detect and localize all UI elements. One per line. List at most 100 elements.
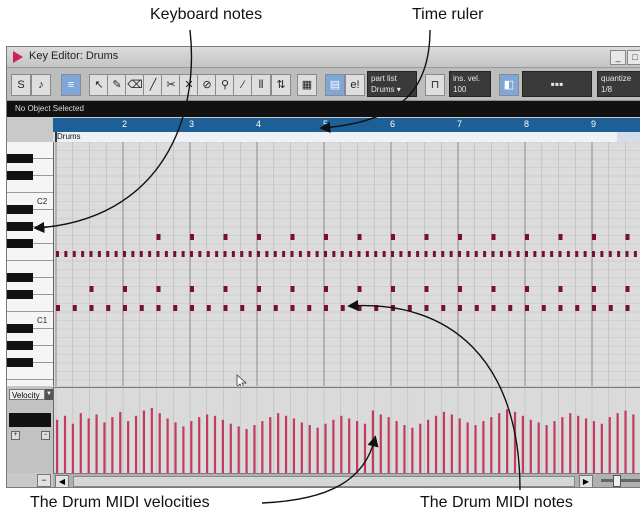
- quantize-field[interactable]: quantize 1/8: [597, 71, 640, 97]
- step-input-icon[interactable]: ⊓: [425, 74, 445, 96]
- black-key[interactable]: [7, 154, 33, 163]
- drum-note: [257, 286, 261, 292]
- chevron-down-icon[interactable]: ▼: [45, 389, 53, 400]
- lane-add-icon[interactable]: +: [11, 431, 20, 440]
- maximize-icon[interactable]: □: [627, 50, 640, 65]
- drum-note: [164, 251, 168, 257]
- scroll-right-icon[interactable]: ▶: [579, 475, 593, 487]
- autoscroll-icon[interactable]: ≡: [61, 74, 81, 96]
- drum-note: [156, 251, 160, 257]
- glue-icon[interactable]: ✕: [179, 74, 199, 96]
- drum-note: [190, 234, 194, 240]
- velocity-bar: [182, 426, 185, 474]
- drum-note: [282, 251, 286, 257]
- erase-icon[interactable]: ⌫: [125, 74, 145, 96]
- black-key[interactable]: [7, 239, 33, 248]
- velocity-bar: [458, 418, 461, 474]
- split-icon[interactable]: ✂: [161, 74, 181, 96]
- part-list-label: part list: [371, 74, 397, 83]
- drum-note: [625, 286, 630, 292]
- horizontal-scrollbar[interactable]: ◀ ▶: [53, 473, 640, 487]
- status-text: No Object Selected: [15, 104, 84, 113]
- scroll-thumb[interactable]: [73, 476, 575, 487]
- velocity-lane[interactable]: [54, 387, 640, 474]
- drum-note: [123, 305, 127, 311]
- velocity-bar: [237, 426, 240, 474]
- drum-note: [89, 305, 94, 311]
- velocity-bar: [269, 417, 272, 474]
- drum-note: [391, 251, 394, 257]
- velocity-bar: [79, 413, 82, 474]
- velocity-bar: [434, 415, 438, 474]
- drum-note: [458, 251, 461, 257]
- black-key[interactable]: [7, 273, 33, 282]
- drum-note: [324, 234, 328, 240]
- scroll-left-icon[interactable]: ◀: [55, 475, 69, 487]
- drum-note: [307, 305, 312, 311]
- drum-note: [190, 251, 193, 257]
- controller-select[interactable]: Velocity: [9, 389, 45, 400]
- show-info-icon[interactable]: ⇅: [271, 74, 291, 96]
- part-list-field[interactable]: part list Drums ▾: [367, 71, 417, 97]
- velocity-bar: [348, 418, 351, 474]
- drum-note: [516, 251, 520, 257]
- velocity-bar: [332, 419, 335, 474]
- drum-note: [357, 286, 362, 292]
- collapse-lane-icon[interactable]: −: [37, 474, 51, 487]
- drum-note: [357, 234, 362, 240]
- window-title: Key Editor: Drums: [29, 50, 119, 62]
- color-scheme-icon[interactable]: ◧: [499, 74, 519, 96]
- velocity-bar: [277, 413, 280, 474]
- black-key[interactable]: [7, 222, 33, 231]
- grid-icon[interactable]: ⦀: [251, 74, 271, 96]
- edit-in-place-button[interactable]: e!: [345, 74, 365, 96]
- black-key[interactable]: [7, 324, 33, 333]
- velocity-bar: [427, 419, 430, 474]
- black-key[interactable]: [7, 205, 33, 214]
- minimize-icon[interactable]: _: [610, 50, 626, 65]
- drum-note: [508, 305, 513, 311]
- drum-note: [223, 286, 228, 292]
- drum-note: [156, 234, 161, 240]
- drum-note: [340, 305, 345, 311]
- black-key[interactable]: [7, 290, 33, 299]
- time-ruler[interactable]: Drums 2 3 4 5 6 7 8 9: [53, 118, 640, 142]
- length-quantize-field[interactable]: ▪▪▪: [522, 71, 592, 97]
- speaker-icon[interactable]: ♪: [31, 74, 51, 96]
- velocity-bar: [142, 410, 146, 474]
- keyboard-notes[interactable]: C2 C1: [7, 142, 54, 386]
- black-key[interactable]: [7, 341, 33, 350]
- snap-icon[interactable]: ▤: [325, 74, 345, 96]
- velocity-bar: [103, 422, 106, 474]
- drum-note: [541, 251, 545, 257]
- callout-drum-velocities: The Drum MIDI velocities: [30, 494, 210, 511]
- insert-velocity-field[interactable]: ins. vel. 100: [449, 71, 491, 97]
- drum-note: [324, 251, 327, 257]
- draw-icon[interactable]: ✎: [107, 74, 127, 96]
- drum-note: [56, 305, 60, 311]
- drum-note: [324, 286, 328, 292]
- indicate-transpose-icon[interactable]: ▦: [297, 74, 317, 96]
- drum-note: [298, 251, 302, 257]
- solo-icon[interactable]: S: [11, 74, 31, 96]
- black-key[interactable]: [7, 171, 33, 180]
- lane-remove-icon[interactable]: −: [41, 431, 50, 440]
- insert-velocity-value: 100: [453, 85, 467, 94]
- object-selection-icon[interactable]: ↖: [89, 74, 109, 96]
- time-warp-icon[interactable]: ∕: [233, 74, 253, 96]
- drum-note: [365, 251, 369, 257]
- mute-icon[interactable]: ⊘: [197, 74, 217, 96]
- note-display[interactable]: [54, 142, 640, 386]
- line-icon[interactable]: ╱: [143, 74, 163, 96]
- title-bar[interactable]: Key Editor: Drums _ □: [7, 47, 640, 68]
- drum-note: [56, 251, 59, 257]
- drum-note: [608, 251, 612, 257]
- drum-note: [257, 305, 261, 311]
- black-key[interactable]: [7, 358, 33, 367]
- drum-note: [156, 286, 161, 292]
- zoom-knob[interactable]: [613, 475, 621, 487]
- velocity-bar: [466, 422, 469, 474]
- velocity-bar: [584, 418, 588, 474]
- zoom-icon[interactable]: ⚲: [215, 74, 235, 96]
- white-key[interactable]: [7, 380, 53, 386]
